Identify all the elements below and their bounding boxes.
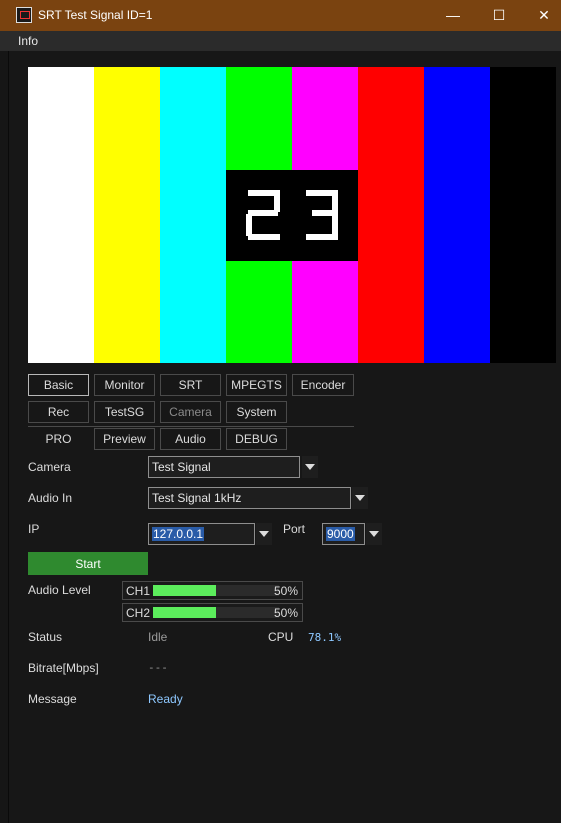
menu-item-info[interactable]: Info — [18, 34, 38, 48]
app-icon — [16, 7, 32, 23]
ch1-label: CH1 — [126, 584, 151, 598]
tab-testsg[interactable]: TestSG — [94, 401, 155, 423]
tab-rec[interactable]: Rec — [28, 401, 89, 423]
title-bar: SRT Test Signal ID=1 — ☐ ✕ — [0, 0, 561, 32]
ch1-level-track — [153, 585, 279, 596]
maximize-icon[interactable]: ☐ — [476, 3, 522, 28]
tab-debug[interactable]: DEBUG — [226, 428, 287, 450]
color-bar-cyan — [160, 67, 226, 363]
port-value: 9000 — [326, 527, 355, 541]
audio-in-select[interactable]: Test Signal 1kHz — [148, 487, 351, 509]
cpu-label: CPU — [268, 630, 294, 644]
color-bar-yellow — [94, 67, 160, 363]
menu-bar: Info — [0, 31, 561, 51]
color-bar-black — [490, 67, 556, 363]
camera-dropdown-icon[interactable] — [302, 456, 318, 478]
status-label: Status — [28, 630, 63, 644]
tab-monitor[interactable]: Monitor — [94, 374, 155, 396]
ch2-level-fill — [153, 607, 216, 618]
frame-counter: 23 — [226, 170, 358, 261]
message-value: Ready — [148, 692, 183, 706]
camera-select[interactable]: Test Signal — [148, 456, 300, 478]
tab-audio[interactable]: Audio — [160, 428, 221, 450]
ip-dropdown-icon[interactable] — [256, 523, 272, 545]
color-bar-white — [28, 67, 94, 363]
tab-basic[interactable]: Basic — [28, 374, 89, 396]
tab-system[interactable]: System — [226, 401, 287, 423]
tab-camera[interactable]: Camera — [160, 401, 221, 423]
ch1-level-fill — [153, 585, 216, 596]
camera-label: Camera — [28, 460, 71, 474]
color-bar-red — [358, 67, 424, 363]
audio-meter-ch2: CH2 50% — [122, 603, 303, 622]
port-label: Port — [283, 522, 306, 536]
tab-mpegts[interactable]: MPEGTS — [226, 374, 287, 396]
tab-encoder[interactable]: Encoder — [292, 374, 354, 396]
tab-srt[interactable]: SRT — [160, 374, 221, 396]
tab-preview[interactable]: Preview — [94, 428, 155, 450]
video-preview: 23 — [28, 67, 556, 363]
ch1-percent: 50% — [273, 584, 298, 598]
audio-in-dropdown-icon[interactable] — [352, 487, 368, 509]
ip-input[interactable]: 127.0.0.1 — [148, 523, 255, 545]
status-value: Idle — [148, 630, 168, 644]
audio-meter-ch1: CH1 50% — [122, 581, 303, 600]
color-bar-blue — [424, 67, 490, 363]
ip-value: 127.0.0.1 — [152, 527, 205, 541]
bitrate-value: --- — [148, 661, 168, 674]
close-icon[interactable]: ✕ — [521, 3, 561, 28]
ch2-label: CH2 — [126, 606, 151, 620]
tab-pro[interactable]: PRO — [28, 428, 89, 450]
ip-label: IP — [28, 522, 40, 536]
frame-counter-digits — [246, 190, 338, 240]
window-title: SRT Test Signal ID=1 — [38, 8, 153, 22]
audio-in-label: Audio In — [28, 491, 73, 505]
bitrate-label: Bitrate[Mbps] — [28, 661, 99, 675]
ch2-level-track — [153, 607, 279, 618]
tab-separator — [28, 426, 354, 427]
port-input[interactable]: 9000 — [322, 523, 365, 545]
minimize-icon[interactable]: — — [430, 3, 476, 28]
audio-level-label: Audio Level — [28, 583, 91, 597]
cpu-value: 78.1% — [308, 631, 342, 644]
ch2-percent: 50% — [273, 606, 298, 620]
port-dropdown-icon[interactable] — [366, 523, 382, 545]
start-button[interactable]: Start — [28, 552, 148, 575]
message-label: Message — [28, 692, 77, 706]
